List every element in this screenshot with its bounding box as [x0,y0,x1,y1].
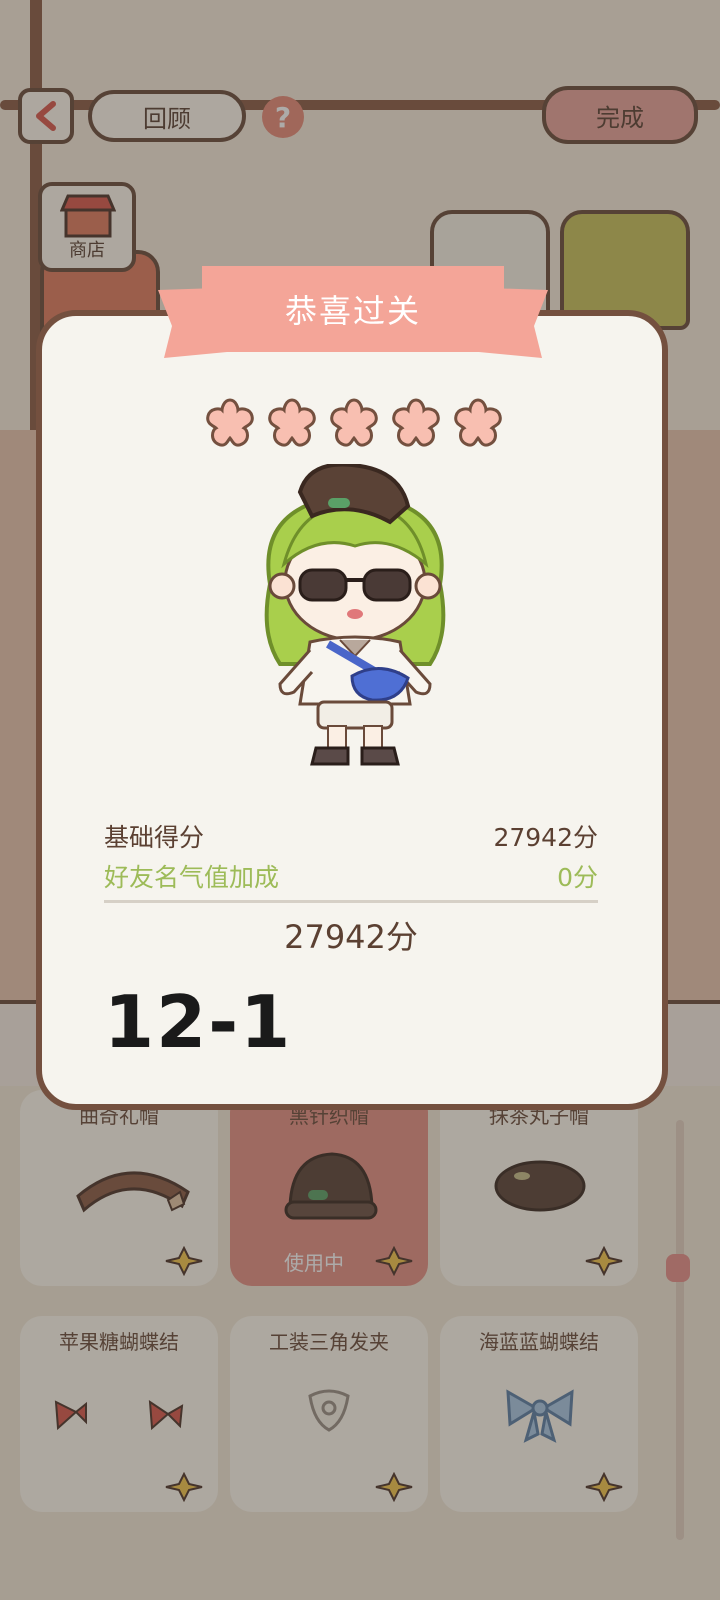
level-number: 12-1 [104,980,293,1064]
rating-stars [204,396,504,448]
friend-bonus-value: 0分 [557,863,598,892]
flower-star-icon [268,398,316,447]
dialog-title: 恭喜过关 [284,292,421,330]
flower-star-icon [392,398,440,447]
friend-bonus-row: 好友名气值加成 0分 [104,858,598,894]
flower-star-icon [206,398,254,447]
friend-bonus-label: 好友名气值加成 [104,863,280,892]
dressed-character [264,464,446,766]
base-score-value: 27942分 [493,823,598,852]
base-score-row: 基础得分 27942分 [104,818,598,854]
flower-star-icon [330,398,378,447]
score-divider [104,900,598,903]
base-score-label: 基础得分 [104,823,205,852]
flower-star-icon [454,398,502,447]
total-score: 27942分 [284,918,418,956]
